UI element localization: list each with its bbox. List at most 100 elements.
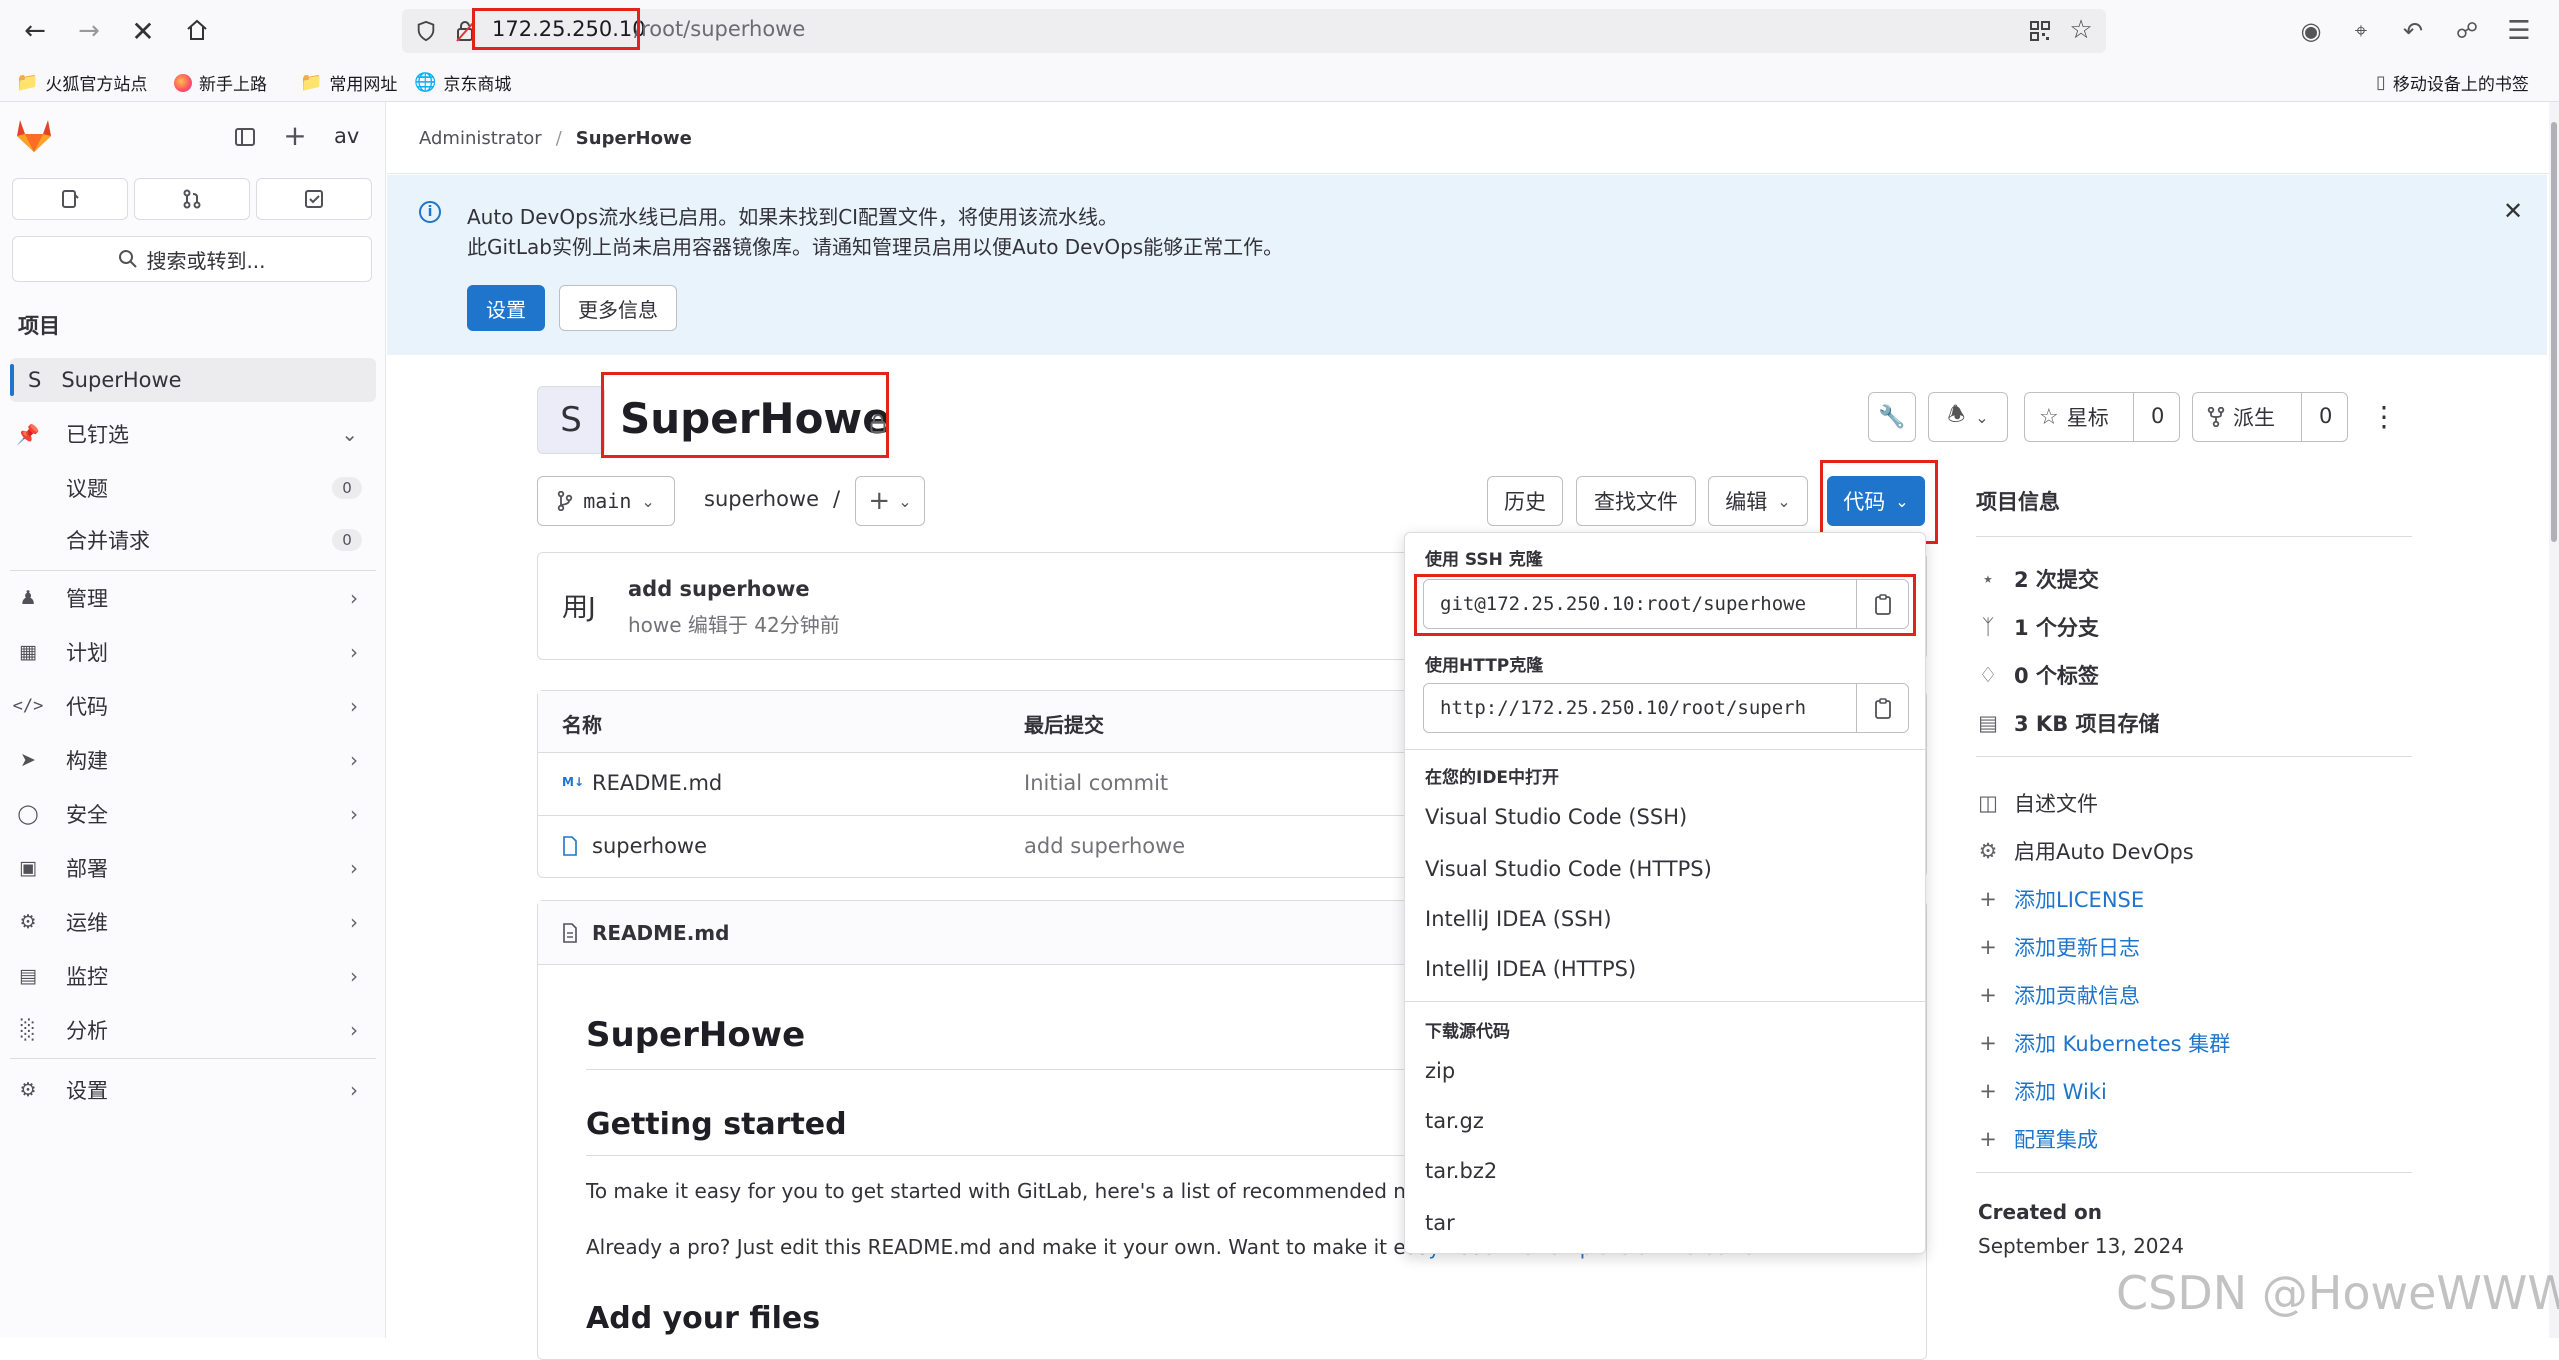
code-button[interactable]: 代码 ⌄	[1827, 476, 1925, 526]
file-name[interactable]: README.md	[592, 771, 722, 795]
mobile-bookmarks[interactable]: ▯ 移动设备上的书签	[2376, 70, 2529, 95]
bookmark-item-3[interactable]: 🌐 京东商城	[414, 70, 511, 95]
extensions-icon[interactable]: ☍	[2452, 16, 2482, 46]
shield-icon[interactable]	[414, 19, 438, 43]
add-contributing-link[interactable]: + 添加贡献信息	[1976, 980, 2140, 1010]
sidebar-item-plan[interactable]: ▦ 计划 ›	[10, 630, 376, 674]
ide-vscode-https[interactable]: Visual Studio Code (HTTPS)	[1405, 857, 1925, 881]
created-on-label: Created on	[1978, 1200, 2102, 1224]
find-file-button[interactable]: 查找文件	[1576, 476, 1696, 526]
file-last-commit[interactable]: Initial commit	[1024, 771, 1168, 795]
insecure-lock-icon[interactable]	[454, 19, 476, 43]
chevron-down-icon: ⌄	[1895, 491, 1909, 511]
ide-vscode-ssh[interactable]: Visual Studio Code (SSH)	[1405, 805, 1925, 829]
bookmark-item-2[interactable]: 📁 常用网址	[300, 70, 397, 95]
user-avatar[interactable]: av	[334, 124, 359, 148]
add-wiki-link[interactable]: + 添加 Wiki	[1976, 1076, 2107, 1106]
bookmark-item-1[interactable]: 新手上路	[174, 70, 267, 95]
sidebar-item-analyze[interactable]: ░ 分析 ›	[10, 1008, 376, 1052]
sidebar-item-build[interactable]: ➤ 构建 ›	[10, 738, 376, 782]
branch-selector[interactable]: main ⌄	[537, 476, 675, 526]
storage-size[interactable]: ▤ 3 KB 项目存储	[1976, 708, 2159, 738]
sidebar-item-deploy[interactable]: ▣ 部署 ›	[10, 846, 376, 890]
readme-link[interactable]: ◫ 自述文件	[1976, 788, 2098, 818]
back-icon[interactable]: ←	[20, 16, 50, 46]
history-button[interactable]: 历史	[1487, 476, 1563, 526]
sidebar-item-manage[interactable]: ♟ 管理 ›	[10, 576, 376, 620]
add-kubernetes-link[interactable]: + 添加 Kubernetes 集群	[1976, 1028, 2230, 1058]
page-scrollbar[interactable]	[2549, 102, 2559, 1338]
search-button[interactable]: 搜索或转到...	[12, 236, 372, 282]
copy-icon[interactable]	[1870, 696, 1896, 722]
download-tar-bz2[interactable]: tar.bz2	[1405, 1159, 1925, 1183]
stop-loading-icon[interactable]: ✕	[128, 15, 158, 48]
copy-icon[interactable]	[1870, 592, 1896, 618]
qr-code-icon[interactable]	[2028, 19, 2052, 43]
tags-count[interactable]: ♢ 0 个标签	[1976, 660, 2099, 690]
sidebar-item-issues[interactable]: 议题 0	[10, 466, 376, 510]
readme-filename[interactable]: README.md	[592, 921, 729, 945]
http-url-field[interactable]: http://172.25.250.10/root/superh	[1423, 683, 1909, 733]
breadcrumb-parent[interactable]: Administrator	[419, 128, 542, 149]
more-info-button[interactable]: 更多信息	[559, 285, 677, 331]
chevron-right-icon: ›	[350, 694, 358, 718]
sidebar-item-project[interactable]: S SuperHowe	[10, 358, 376, 402]
screenshot-icon[interactable]: ⌖	[2346, 16, 2376, 46]
bookmark-item-0[interactable]: 📁 火狐官方站点	[16, 70, 147, 95]
sidebar-item-merge-requests[interactable]: 合并请求 0	[10, 518, 376, 562]
menu-icon[interactable]: ☰	[2504, 16, 2534, 46]
ide-intellij-https[interactable]: IntelliJ IDEA (HTTPS)	[1405, 957, 1925, 981]
sidebar-item-secure[interactable]: ◯ 安全 ›	[10, 792, 376, 836]
sidebar-item-pinned[interactable]: 📌 已钉选 ⌄	[10, 412, 376, 456]
ssh-url-field[interactable]: git@172.25.250.10:root/superhowe	[1423, 579, 1909, 629]
breadcrumb-current[interactable]: SuperHowe	[576, 128, 692, 149]
gear-icon: ⚙	[1978, 839, 1998, 863]
file-last-commit[interactable]: add superhowe	[1024, 834, 1185, 858]
configure-integrations-link[interactable]: + 配置集成	[1976, 1124, 2098, 1154]
edit-button[interactable]: 编辑 ⌄	[1708, 476, 1808, 526]
column-header-last-commit: 最后提交	[1024, 713, 1104, 737]
address-bar[interactable]: 172.25.250.10 /root/superhowe ☆	[402, 9, 2106, 53]
folder-icon: 📁	[16, 72, 39, 93]
download-tar-gz[interactable]: tar.gz	[1405, 1109, 1925, 1133]
ide-intellij-ssh[interactable]: IntelliJ IDEA (SSH)	[1405, 907, 1925, 931]
assigned-issues-button[interactable]	[12, 178, 128, 220]
repo-path-root[interactable]: superhowe	[704, 487, 819, 511]
todo-button[interactable]	[256, 178, 372, 220]
add-changelog-link[interactable]: + 添加更新日志	[1976, 932, 2140, 962]
more-actions-icon[interactable]: ⋮	[2370, 398, 2398, 434]
wrench-icon: 🔧	[1878, 404, 1906, 430]
enable-devops-link[interactable]: ⚙ 启用Auto DevOps	[1976, 836, 2194, 866]
home-icon[interactable]	[182, 14, 212, 46]
commit-message[interactable]: add superhowe	[628, 577, 810, 601]
bookmark-star-icon[interactable]: ☆	[2068, 15, 2094, 45]
pin-icon: 📌	[16, 423, 40, 446]
file-name[interactable]: superhowe	[592, 834, 707, 858]
project-settings-button[interactable]: 🔧	[1868, 392, 1916, 442]
forward-icon[interactable]: →	[74, 16, 104, 46]
branches-count[interactable]: ᛉ1 个分支	[1976, 612, 2099, 642]
sidebar-item-code[interactable]: </> 代码 ›	[10, 684, 376, 728]
sidebar-item-settings[interactable]: ⚙ 设置 ›	[10, 1068, 376, 1112]
collapse-sidebar-icon[interactable]	[232, 124, 258, 150]
download-tar[interactable]: tar	[1405, 1211, 1925, 1235]
sidebar-item-operate[interactable]: ⚙ 运维 ›	[10, 900, 376, 944]
scrollbar-thumb[interactable]	[2551, 122, 2557, 542]
gitlab-logo-icon[interactable]	[14, 116, 58, 156]
close-icon[interactable]: ✕	[2499, 197, 2527, 225]
add-to-tree-button[interactable]: + ⌄	[855, 476, 925, 526]
create-new-icon[interactable]: +	[282, 119, 308, 152]
commits-count[interactable]: ⋆ 2 次提交	[1976, 564, 2099, 594]
star-button[interactable]: ☆ 星标 0	[2024, 392, 2180, 442]
branch-icon: ᛉ	[1981, 615, 1995, 639]
account-icon[interactable]: ◉	[2296, 16, 2326, 46]
notifications-button[interactable]: 🕭 ⌄	[1928, 392, 2008, 442]
merge-requests-button[interactable]	[134, 178, 250, 220]
settings-button[interactable]: 设置	[467, 285, 545, 331]
sidebar-item-monitor[interactable]: ▤ 监控 ›	[10, 954, 376, 998]
fork-button[interactable]: 派生 0	[2192, 392, 2348, 442]
add-license-link[interactable]: + 添加LICENSE	[1976, 884, 2144, 914]
undo-icon[interactable]: ↶	[2398, 16, 2428, 46]
http-url-value: http://172.25.250.10/root/superh	[1440, 697, 1807, 719]
download-zip[interactable]: zip	[1405, 1059, 1925, 1083]
